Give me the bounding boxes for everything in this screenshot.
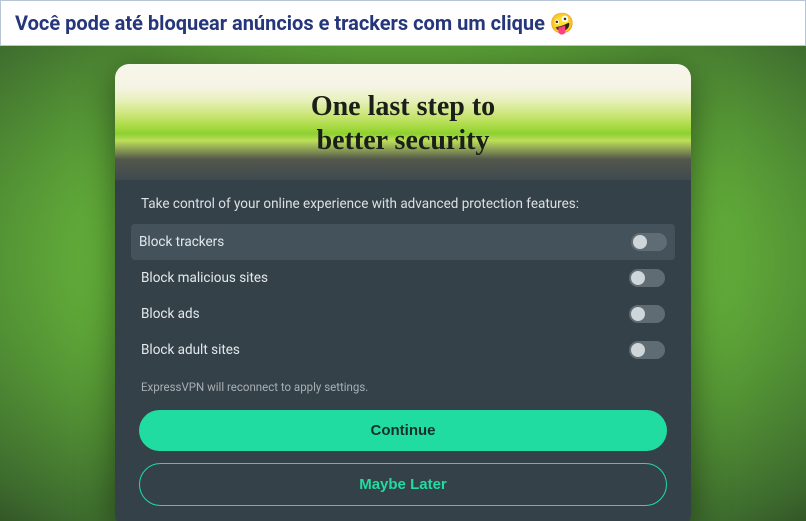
dialog-body: Take control of your online experience w… xyxy=(115,180,691,521)
security-dialog: One last step to better security Take co… xyxy=(115,64,691,521)
app-backdrop: VPN N O One last step to better security… xyxy=(0,46,806,521)
toggle-switch-block-malicious[interactable] xyxy=(629,269,665,287)
title-line-1: One last step to xyxy=(311,91,495,122)
continue-button[interactable]: Continue xyxy=(139,410,667,451)
reconnect-note: ExpressVPN will reconnect to apply setti… xyxy=(139,368,667,410)
info-banner: Você pode até bloquear anúncios e tracke… xyxy=(0,0,806,46)
toggle-row-block-adult: Block adult sites xyxy=(139,332,667,368)
maybe-later-button[interactable]: Maybe Later xyxy=(139,463,667,506)
toggle-switch-block-adult[interactable] xyxy=(629,341,665,359)
dialog-description: Take control of your online experience w… xyxy=(139,182,667,224)
toggle-switch-block-trackers[interactable] xyxy=(631,233,667,251)
dialog-header: One last step to better security xyxy=(115,64,691,180)
banner-text: Você pode até bloquear anúncios e tracke… xyxy=(15,11,575,35)
toggle-row-block-malicious: Block malicious sites xyxy=(139,260,667,296)
toggle-switch-block-ads[interactable] xyxy=(629,305,665,323)
dialog-title: One last step to better security xyxy=(135,90,671,158)
toggle-label: Block malicious sites xyxy=(141,270,268,286)
toggle-row-block-trackers: Block trackers xyxy=(131,224,675,260)
title-line-2: better security xyxy=(317,125,490,156)
toggle-label: Block ads xyxy=(141,306,200,322)
toggle-row-block-ads: Block ads xyxy=(139,296,667,332)
toggle-label: Block trackers xyxy=(139,234,224,250)
toggle-label: Block adult sites xyxy=(141,342,240,358)
